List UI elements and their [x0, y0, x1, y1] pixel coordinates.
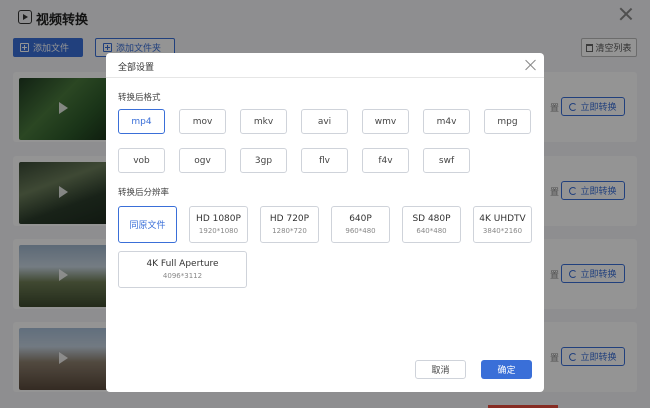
confirm-button[interactable]: 确定 [481, 360, 532, 379]
resolution-option-640p[interactable]: 640P 960*480 [331, 206, 390, 243]
format-option-mkv[interactable]: mkv [240, 109, 287, 134]
settings-dialog: 全部设置 转换后格式 mp4 mov mkv avi wmv m4v mpg v… [106, 53, 544, 392]
format-option-vob[interactable]: vob [118, 148, 165, 173]
resolution-label: 640P [349, 214, 372, 224]
resolution-option-720p[interactable]: HD 720P 1280*720 [260, 206, 319, 243]
format-option-mpg[interactable]: mpg [484, 109, 531, 134]
format-section-label: 转换后格式 [118, 93, 161, 103]
format-option-ogv[interactable]: ogv [179, 148, 226, 173]
resolution-size: 960*480 [345, 227, 376, 235]
resolution-size: 1920*1080 [198, 227, 239, 235]
dialog-header: 全部设置 [106, 53, 544, 78]
dialog-title: 全部设置 [118, 63, 155, 73]
format-option-mov[interactable]: mov [179, 109, 226, 134]
resolution-label: HD 720P [269, 214, 310, 224]
resolution-label: SD 480P [412, 214, 451, 224]
format-option-swf[interactable]: swf [423, 148, 470, 173]
dialog-close-icon[interactable] [525, 59, 537, 71]
resolution-label: 4K Full Aperture [146, 259, 219, 269]
resolution-section-label: 转换后分辨率 [118, 188, 170, 198]
resolution-size: 4096*3112 [162, 272, 203, 280]
resolution-label: 同原文件 [129, 221, 166, 231]
resolution-label: HD 1080P [196, 214, 241, 224]
resolution-size: 640*480 [416, 227, 447, 235]
resolution-size: 1280*720 [272, 227, 307, 235]
resolution-option-4k-uhdtv[interactable]: 4K UHDTV 3840*2160 [473, 206, 532, 243]
format-option-avi[interactable]: avi [301, 109, 348, 134]
format-option-f4v[interactable]: f4v [362, 148, 409, 173]
resolution-size: 3840*2160 [482, 227, 523, 235]
cancel-button[interactable]: 取消 [415, 360, 466, 379]
resolution-label: 4K UHDTV [479, 214, 526, 224]
format-option-3gp[interactable]: 3gp [240, 148, 287, 173]
resolution-option-480p[interactable]: SD 480P 640*480 [402, 206, 461, 243]
format-option-mp4[interactable]: mp4 [118, 109, 165, 134]
resolution-option-original[interactable]: 同原文件 [118, 206, 177, 243]
resolution-option-1080p[interactable]: HD 1080P 1920*1080 [189, 206, 248, 243]
resolution-option-4k-full-aperture[interactable]: 4K Full Aperture 4096*3112 [118, 251, 247, 288]
format-option-flv[interactable]: flv [301, 148, 348, 173]
format-option-m4v[interactable]: m4v [423, 109, 470, 134]
format-option-wmv[interactable]: wmv [362, 109, 409, 134]
